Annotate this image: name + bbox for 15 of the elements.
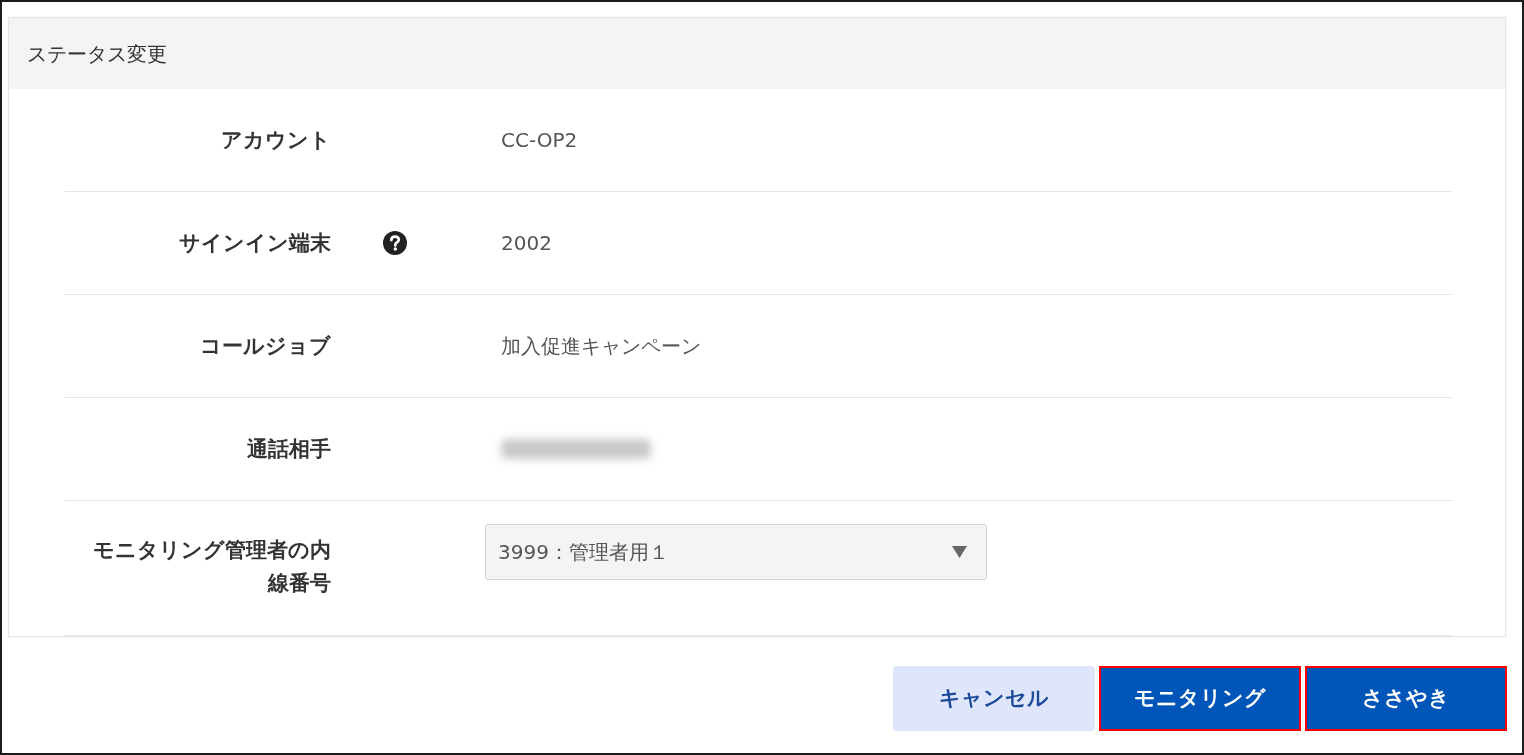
- help-icon[interactable]: [383, 231, 407, 255]
- action-button[interactable]: モニタリング: [1099, 666, 1301, 731]
- caret-icon: [952, 546, 967, 558]
- field-value: 2002: [501, 230, 552, 257]
- cancel-button[interactable]: キャンセル: [893, 666, 1095, 731]
- field-value: CC-OP2: [501, 127, 578, 154]
- extension-select[interactable]: 3999：管理者用１: [485, 524, 987, 580]
- panel-title: ステータス変更: [27, 40, 167, 68]
- field-label: モニタリング管理者の内線番号: [92, 537, 331, 597]
- field-label: 通話相手: [247, 435, 331, 463]
- field-label: サインイン端末: [179, 229, 331, 257]
- field-label: コールジョブ: [200, 332, 331, 360]
- field-label: アカウント: [221, 126, 331, 154]
- field-value: 加入促進キャンペーン: [501, 333, 701, 360]
- action-button[interactable]: ささやき: [1305, 666, 1507, 731]
